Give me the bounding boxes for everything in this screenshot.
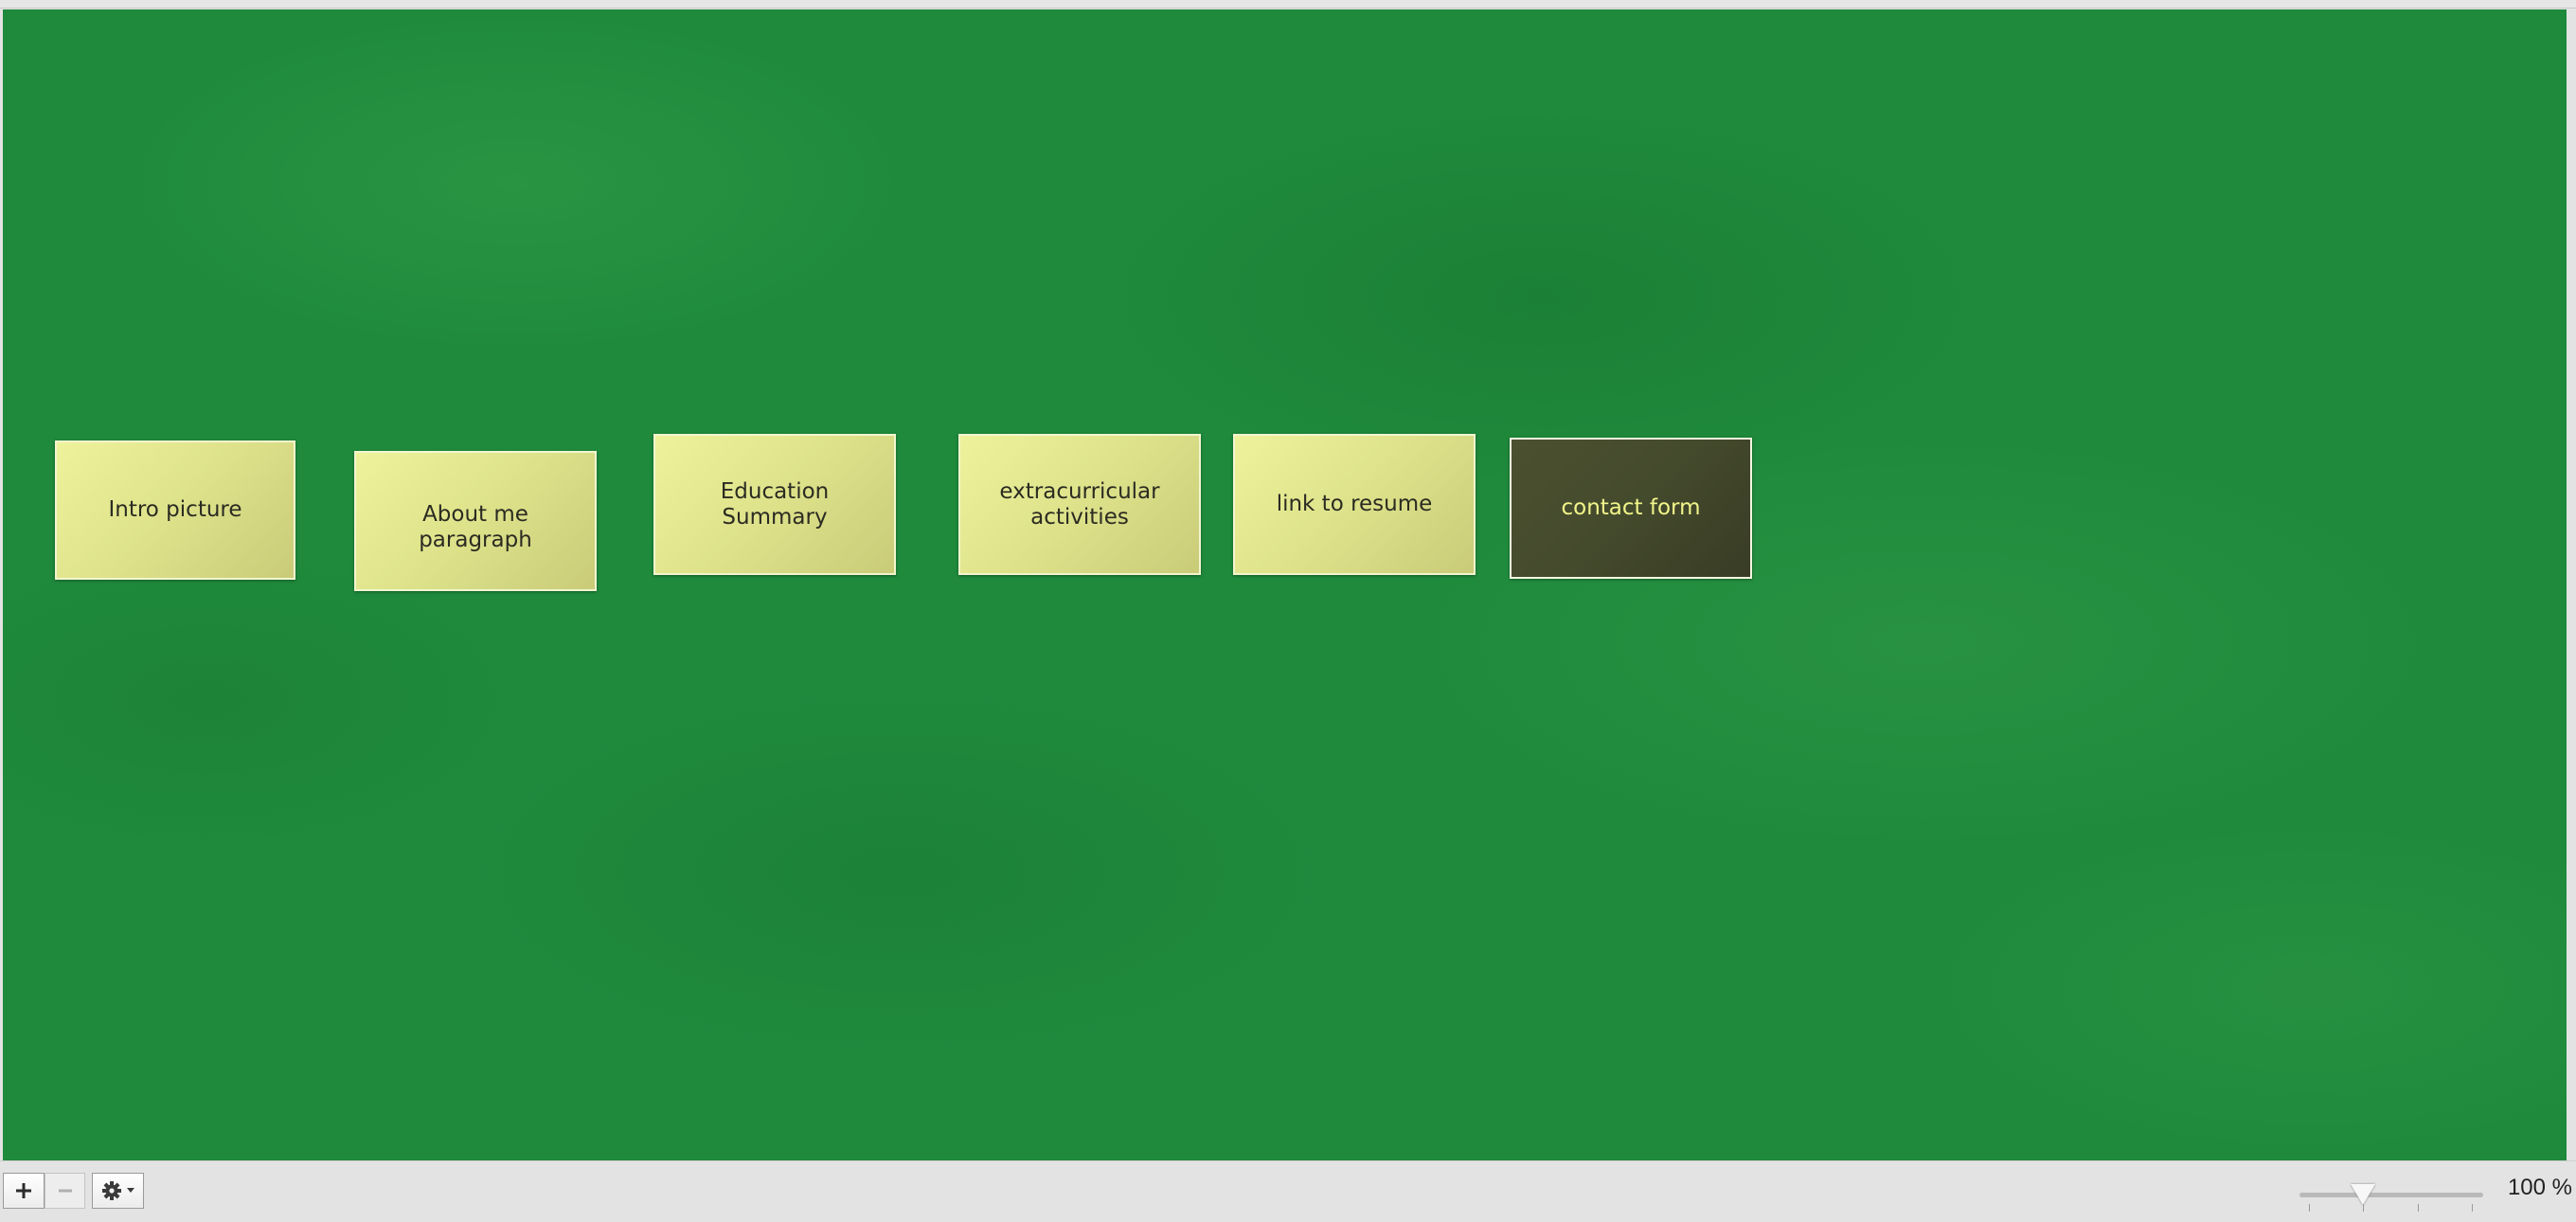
- note-intro-picture[interactable]: Intro picture: [55, 440, 295, 580]
- settings-menu-button[interactable]: [92, 1173, 144, 1209]
- add-note-button[interactable]: [3, 1173, 45, 1209]
- remove-note-button[interactable]: [45, 1173, 85, 1209]
- zoom-slider-thumb[interactable]: [2351, 1184, 2375, 1205]
- zoom-slider-tick: [2309, 1204, 2310, 1212]
- zoom-slider-track[interactable]: [2299, 1193, 2483, 1197]
- note-label: About me paragraph: [419, 502, 532, 552]
- corkboard-canvas[interactable]: Intro picture About me paragraph Educati…: [3, 9, 2567, 1160]
- note-contact-form[interactable]: contact form: [1510, 438, 1752, 579]
- note-education-summary[interactable]: Education Summary: [653, 434, 896, 575]
- note-link-to-resume[interactable]: link to resume: [1233, 434, 1476, 575]
- note-label: contact form: [1561, 495, 1701, 520]
- note-label: Intro picture: [108, 497, 242, 522]
- bottom-toolbar: [0, 1160, 2576, 1222]
- minus-icon: [58, 1189, 72, 1193]
- chevron-down-icon: [126, 1188, 134, 1193]
- zoom-slider-tick: [2363, 1204, 2364, 1212]
- gear-icon: [101, 1181, 121, 1200]
- note-about-me-paragraph[interactable]: About me paragraph: [354, 451, 597, 591]
- note-label: link to resume: [1276, 492, 1433, 516]
- note-label: extracurricular activities: [999, 478, 1160, 530]
- window-top-edge: [0, 0, 2576, 9]
- plus-icon: [16, 1183, 31, 1198]
- note-extracurricular-activities[interactable]: extracurricular activities: [958, 434, 1201, 575]
- zoom-slider-tick: [2472, 1204, 2473, 1212]
- zoom-slider-tick: [2418, 1204, 2419, 1212]
- note-label: Education Summary: [720, 478, 830, 530]
- zoom-level-label: 100 %: [2507, 1175, 2572, 1200]
- storyboard-app: Intro picture About me paragraph Educati…: [0, 0, 2576, 1222]
